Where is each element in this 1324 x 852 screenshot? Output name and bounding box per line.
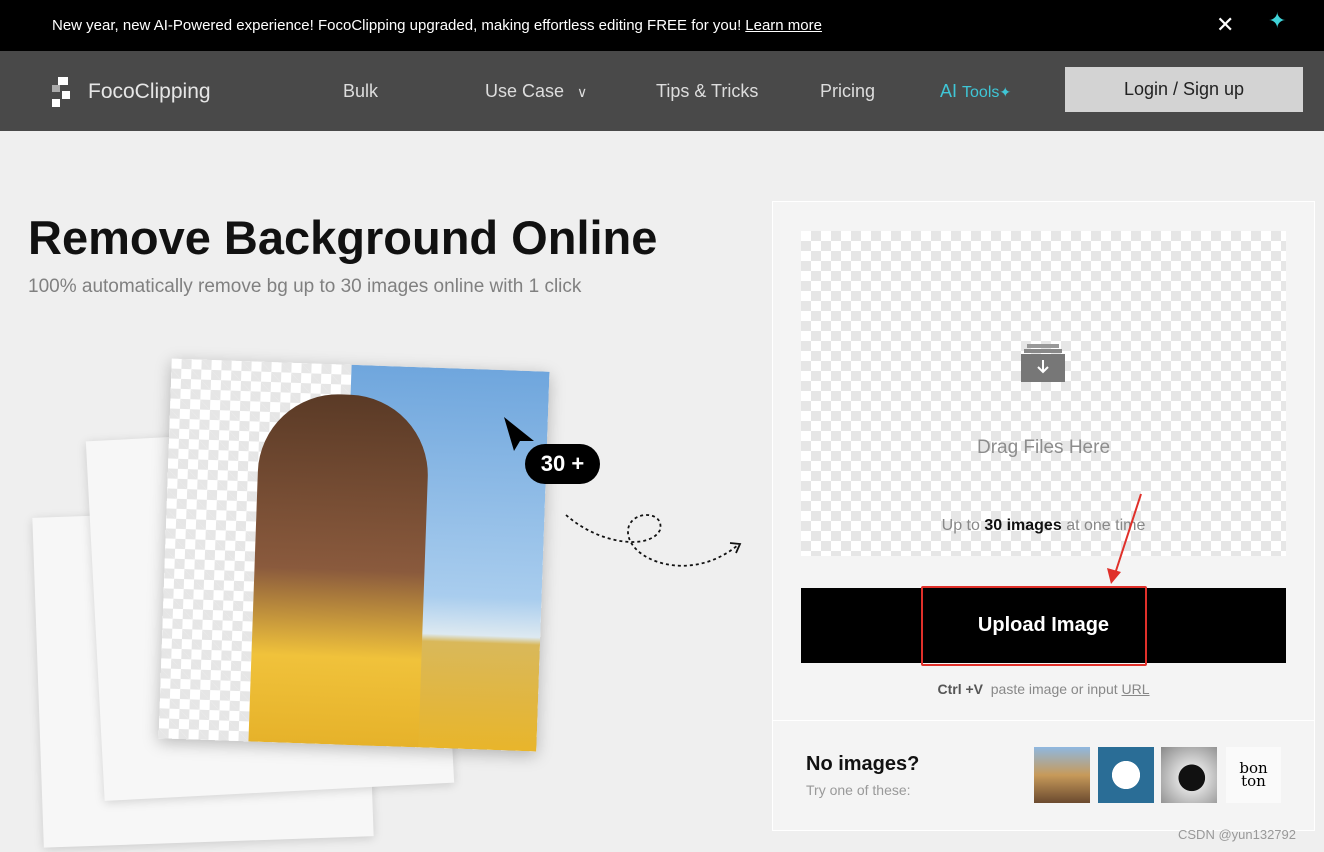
limit-text: Up to 30 images at one time (801, 517, 1286, 535)
drag-files-text: Drag Files Here (976, 437, 1111, 458)
sample-sneakers[interactable] (1098, 747, 1154, 803)
sample-camera[interactable] (1161, 747, 1217, 803)
logo[interactable]: FocoClipping (52, 77, 211, 107)
paste-shortcut: Ctrl +V (937, 681, 983, 697)
paste-hint: Ctrl +V paste image or input URL (773, 681, 1314, 697)
top-nav: FocoClipping Bulk Use Case ∨ Tips & Tric… (0, 51, 1324, 131)
sample-woman[interactable] (1034, 747, 1090, 803)
limit-prefix: Up to (941, 517, 980, 534)
nav-use-case[interactable]: Use Case ∨ (485, 81, 587, 102)
learn-more-link[interactable]: Learn more (745, 17, 822, 34)
no-images-title: No images? (806, 753, 920, 775)
nav-tips-tricks[interactable]: Tips & Tricks (656, 81, 758, 102)
sparkle-icon: ✦ (999, 84, 1012, 100)
divider (773, 720, 1314, 721)
drop-zone[interactable]: Drag Files Here Up to 30 images at one t… (801, 231, 1286, 556)
banner-text: New year, new AI-Powered experience! Foc… (52, 17, 742, 34)
logo-icon (52, 77, 76, 107)
nav-use-case-label: Use Case (485, 81, 565, 101)
subject (248, 391, 431, 748)
nav-pricing[interactable]: Pricing (820, 81, 875, 102)
limit-count: 30 images (984, 517, 1062, 534)
dotted-arrow-icon (565, 514, 742, 567)
login-signup-button[interactable]: Login / Sign up (1065, 67, 1303, 112)
chevron-down-icon: ∨ (577, 84, 588, 100)
banner-message: New year, new AI-Powered experience! Foc… (52, 17, 822, 34)
try-text: Try one of these: (806, 782, 911, 798)
watermark: CSDN @yun132792 (1178, 827, 1296, 842)
hero-photo (158, 358, 550, 752)
upload-panel: Drag Files Here Up to 30 images at one t… (772, 201, 1315, 831)
ai-tools-label: Tools (962, 84, 1000, 101)
ai-prefix: AI (940, 81, 958, 101)
nav-ai-tools[interactable]: AI Tools✦ (940, 81, 1011, 102)
sparkle-icon: ✦ (1268, 8, 1287, 33)
url-link[interactable]: URL (1122, 681, 1150, 697)
sample-bonton[interactable]: bon ton (1226, 747, 1281, 803)
announcement-banner: New year, new AI-Powered experience! Foc… (0, 0, 1324, 51)
brand-name: FocoClipping (88, 80, 211, 103)
red-arrow-icon (1107, 493, 1142, 584)
paste-text: paste image or input (990, 681, 1118, 697)
page-title: Remove Background Online (28, 211, 658, 264)
upload-folder-icon (1021, 344, 1065, 382)
close-icon[interactable]: ✕ (1216, 12, 1234, 38)
page-subtitle: 100% automatically remove bg up to 30 im… (28, 276, 582, 297)
highlight-box (921, 586, 1147, 666)
count-badge: 30 + (525, 444, 600, 484)
nav-bulk[interactable]: Bulk (343, 81, 378, 102)
